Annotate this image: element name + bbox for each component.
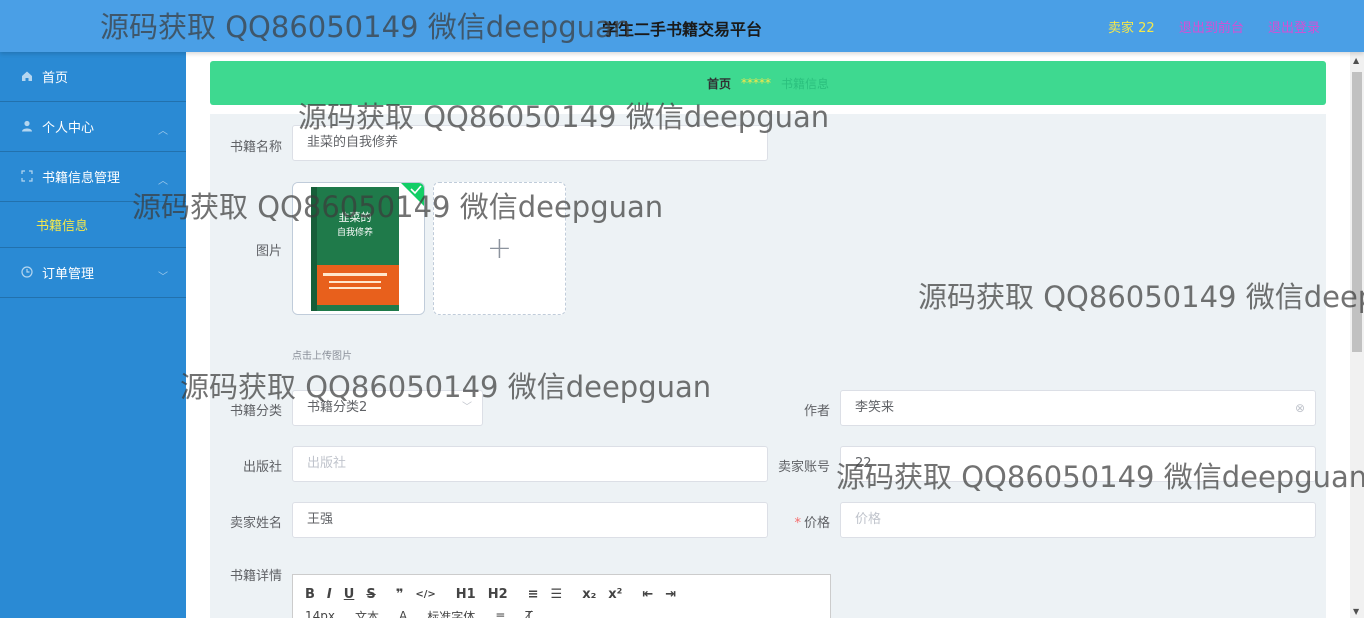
back-to-front-link[interactable]: 退出到前台 (1179, 21, 1244, 36)
font-family-select[interactable]: 标准字体 (427, 608, 475, 618)
editor-toolbar: B I U S ❞ </> H1 H2 ≡ ☰ x₂ x² ⇤ ⇥ (293, 583, 830, 605)
seller-name-input[interactable]: 王强 (292, 502, 768, 538)
breadcrumb-current: 书籍信息 (781, 76, 830, 91)
publisher-label: 出版社 (242, 460, 282, 475)
header-actions: 卖家 22 退出到前台 退出登录 (1088, 17, 1320, 36)
ordered-list-button[interactable]: ≡ (528, 587, 539, 602)
upload-hint: 点击上传图片 (292, 351, 352, 362)
seller-account-input[interactable]: 22 (840, 446, 1316, 482)
seller-account-label: 卖家账号 (777, 460, 830, 475)
required-mark: * (794, 516, 801, 531)
chevron-up-icon: ︿ (158, 176, 168, 187)
price-input[interactable]: 价格 (840, 502, 1316, 538)
book-name-input[interactable]: 韭菜的自我修养 (292, 125, 768, 161)
italic-button[interactable]: I (327, 587, 332, 602)
breadcrumb-separator: ***** (741, 76, 771, 90)
book-cover-thumbnail[interactable]: 韭菜的 自我修养 (292, 182, 425, 315)
rich-text-editor[interactable]: B I U S ❞ </> H1 H2 ≡ ☰ x₂ x² ⇤ ⇥ 14px 文… (292, 574, 831, 618)
sidebar-item-personal-center[interactable]: 个人中心 ︿ (0, 102, 186, 152)
text-style-select[interactable]: 文本 (355, 608, 379, 618)
underline-button[interactable]: U (344, 587, 355, 602)
book-manage-icon (20, 169, 34, 184)
code-button[interactable]: </> (415, 589, 435, 600)
chevron-down-icon: ︿ (158, 126, 168, 137)
page-scrollbar[interactable]: ▲ ▼ (1350, 52, 1364, 618)
subscript-button[interactable]: x₂ (582, 587, 596, 602)
main-content: 首页 ***** 书籍信息 书籍名称 韭菜的自我修养 图片 韭菜的 自我修养 +… (186, 52, 1350, 618)
category-label: 书籍分类 (229, 404, 282, 419)
quote-button[interactable]: ❞ (396, 587, 404, 602)
indent-button[interactable]: ⇥ (665, 587, 676, 602)
seller-name-label: 卖家姓名 (229, 516, 282, 531)
top-header: 学生二手书籍交易平台 卖家 22 退出到前台 退出登录 (0, 0, 1364, 52)
plus-icon: + (486, 231, 513, 266)
sidebar-item-label: 个人中心 (42, 121, 95, 136)
logout-link[interactable]: 退出登录 (1268, 21, 1320, 36)
book-name-label: 书籍名称 (229, 140, 282, 155)
h1-button[interactable]: H1 (456, 587, 476, 602)
publisher-input[interactable]: 出版社 (292, 446, 768, 482)
sidebar-item-orders[interactable]: 订单管理 ﹀ (0, 248, 186, 298)
author-input[interactable]: 李笑来 ⊗ (840, 390, 1316, 426)
font-size-select[interactable]: 14px (305, 609, 335, 618)
price-label: * 价格 (758, 512, 830, 531)
editor-toolbar-row2: 14px 文本 A 标准字体 ≡ T̸ (293, 605, 830, 618)
image-label: 图片 (255, 244, 282, 259)
user-icon (20, 120, 34, 134)
category-select[interactable]: 书籍分类2 ﹀ (292, 390, 483, 426)
sidebar-item-label: 首页 (42, 71, 69, 86)
book-cover-title-2: 自我修养 (337, 226, 373, 238)
book-form: 书籍名称 韭菜的自我修养 图片 韭菜的 自我修养 + 点击上传图片 书籍分类 书… (210, 114, 1326, 618)
book-cover-title-1: 韭菜的 (339, 210, 372, 224)
sidebar-item-label: 订单管理 (42, 267, 95, 282)
breadcrumb: 首页 ***** 书籍信息 (210, 61, 1326, 105)
clock-icon (20, 265, 34, 280)
current-user-label: 卖家 22 (1108, 21, 1155, 36)
outdent-button[interactable]: ⇤ (642, 587, 653, 602)
sidebar: 首页 个人中心 ︿ 书籍信息管理 ︿ 书籍信息 订单管理 ﹀ (0, 52, 186, 618)
bullet-list-button[interactable]: ☰ (551, 587, 563, 602)
bold-button[interactable]: B (305, 587, 315, 602)
strike-button[interactable]: S (366, 587, 375, 602)
chevron-down-icon: ﹀ (158, 272, 168, 283)
scrollbar-thumb[interactable] (1352, 72, 1362, 352)
home-icon (20, 70, 34, 84)
scroll-down-icon[interactable]: ▼ (1353, 607, 1359, 616)
scroll-up-icon[interactable]: ▲ (1353, 56, 1359, 65)
author-label: 作者 (803, 404, 830, 419)
sidebar-subitem-book-info[interactable]: 书籍信息 (0, 202, 186, 248)
chevron-down-icon: ﹀ (462, 402, 472, 413)
clear-icon[interactable]: ⊗ (1295, 391, 1305, 425)
category-select-value: 书籍分类2 (307, 400, 368, 415)
author-input-value: 李笑来 (855, 400, 895, 415)
superscript-button[interactable]: x² (608, 587, 622, 602)
clear-format-icon[interactable]: T̸ (525, 609, 532, 618)
upload-button[interactable]: + (433, 182, 566, 315)
sidebar-item-label: 书籍信息管理 (42, 171, 121, 186)
price-label-text: 价格 (803, 516, 830, 531)
breadcrumb-home[interactable]: 首页 (707, 75, 731, 92)
details-label: 书籍详情 (229, 569, 282, 584)
sidebar-item-home[interactable]: 首页 (0, 52, 186, 102)
sidebar-item-book-management[interactable]: 书籍信息管理 ︿ (0, 152, 186, 202)
book-cover-image: 韭菜的 自我修养 (293, 183, 424, 314)
font-color-icon[interactable]: A (399, 609, 407, 618)
align-icon[interactable]: ≡ (495, 609, 505, 618)
h2-button[interactable]: H2 (488, 587, 508, 602)
